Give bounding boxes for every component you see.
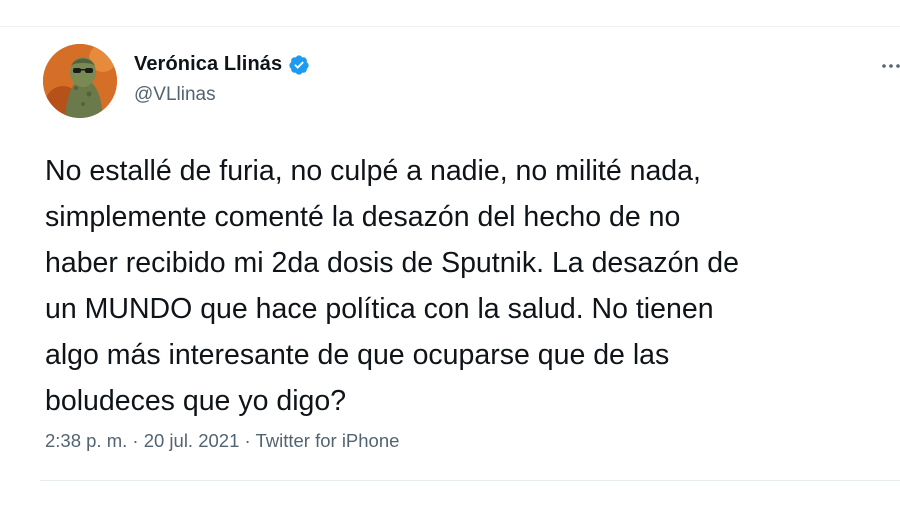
author-handle[interactable]: @VLlinas [134,84,216,106]
verified-badge-icon [288,54,310,76]
avatar-image [43,44,117,118]
author-display-name[interactable]: Verónica Llinás [134,53,282,76]
author-name-row: Verónica Llinás [134,53,310,76]
bottom-divider [40,480,900,481]
tweet-card: Verónica Llinás @VLlinas No estallé de f… [0,0,900,505]
more-options-icon[interactable] [880,58,900,68]
tweet-text: No estallé de furia, no culpé a nadie, n… [45,155,739,417]
tweet-timestamp[interactable]: 2:38 p. m. · 20 jul. 2021 · Twitter for … [45,430,399,452]
avatar[interactable] [43,44,117,118]
